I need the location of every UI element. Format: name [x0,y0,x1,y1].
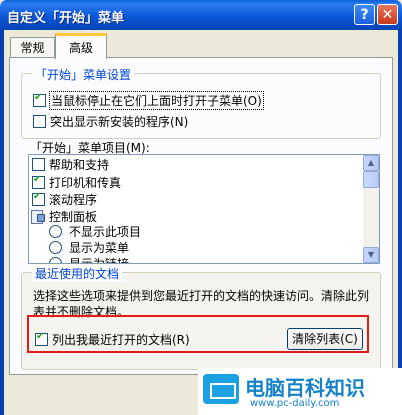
list-item-label: 显示为菜单 [69,240,130,255]
printers-faxes-checkbox[interactable] [32,174,45,189]
recent-documents-legend: 最近使用的文档 [32,265,123,282]
customize-start-menu-dialog: 自定义「开始」菜单 ? ✕ 常规 高级 「开始」菜单设置 当鼠标停止在它们上面时… [0,0,402,415]
open-submenus-label: 当鼠标停止在它们上面时打开子菜单(O) [49,91,264,110]
help-support-checkbox[interactable] [32,157,45,171]
list-item-label: 帮助和支持 [49,157,110,172]
highlight-new-programs-label: 突出显示新安装的程序(N) [50,115,189,129]
scroll-up-arrow-icon[interactable]: ▲ [363,155,379,171]
scroll-down-arrow-icon[interactable]: ▼ [363,247,379,263]
list-item[interactable]: 帮助和支持 [32,155,109,173]
hide-item-radio[interactable] [49,224,62,238]
monitor-logo-icon [203,374,239,404]
list-item[interactable]: 滚动程序 [32,190,97,208]
list-item-label: 打印机和传真 [49,175,122,190]
close-button[interactable]: ✕ [377,4,398,25]
watermark-title: 电脑百科知识 [245,376,365,400]
start-menu-settings-legend: 「开始」菜单设置 [32,66,135,83]
window-title: 自定义「开始」菜单 [7,11,125,26]
open-submenus-on-hover-option[interactable]: 当鼠标停止在它们上面时打开子菜单(O) [33,91,264,110]
watermark-url: www.pc-daily.com [250,398,340,409]
tab-advanced[interactable]: 高级 [55,33,107,59]
scroll-programs-checkbox[interactable] [32,191,45,206]
list-item[interactable]: 打印机和传真 [32,173,121,191]
list-scrollbar[interactable]: ▲ ▼ [363,155,379,263]
help-button[interactable]: ? [354,4,375,25]
highlight-new-programs-option[interactable]: 突出显示新安装的程序(N) [33,113,188,130]
watermark: 电脑百科知识 www.pc-daily.com [198,368,402,415]
highlight-new-programs-checkbox[interactable] [33,115,46,128]
list-item-label: 显示为链接 [69,256,130,264]
list-item-label: 不显示此项目 [69,224,142,239]
window-border-left [0,30,4,415]
display-as-link-radio[interactable] [49,256,62,263]
list-item[interactable]: 显示为链接 [49,254,130,264]
tab-general[interactable]: 常规 [10,37,55,57]
control-panel-icon [30,209,45,224]
red-highlight-annotation [27,315,369,353]
list-item-label: 滚动程序 [49,192,98,207]
start-menu-items-list[interactable]: 帮助和支持 打印机和传真 滚动程序 控制面板 不显示此项目 显示为菜单 显示为链… [28,154,380,264]
display-as-menu-radio[interactable] [49,240,62,254]
window-border-right [398,30,402,415]
title-bar[interactable]: 自定义「开始」菜单 ? ✕ [0,0,402,30]
scroll-thumb[interactable] [363,171,379,188]
open-submenus-checkbox[interactable] [33,92,46,107]
